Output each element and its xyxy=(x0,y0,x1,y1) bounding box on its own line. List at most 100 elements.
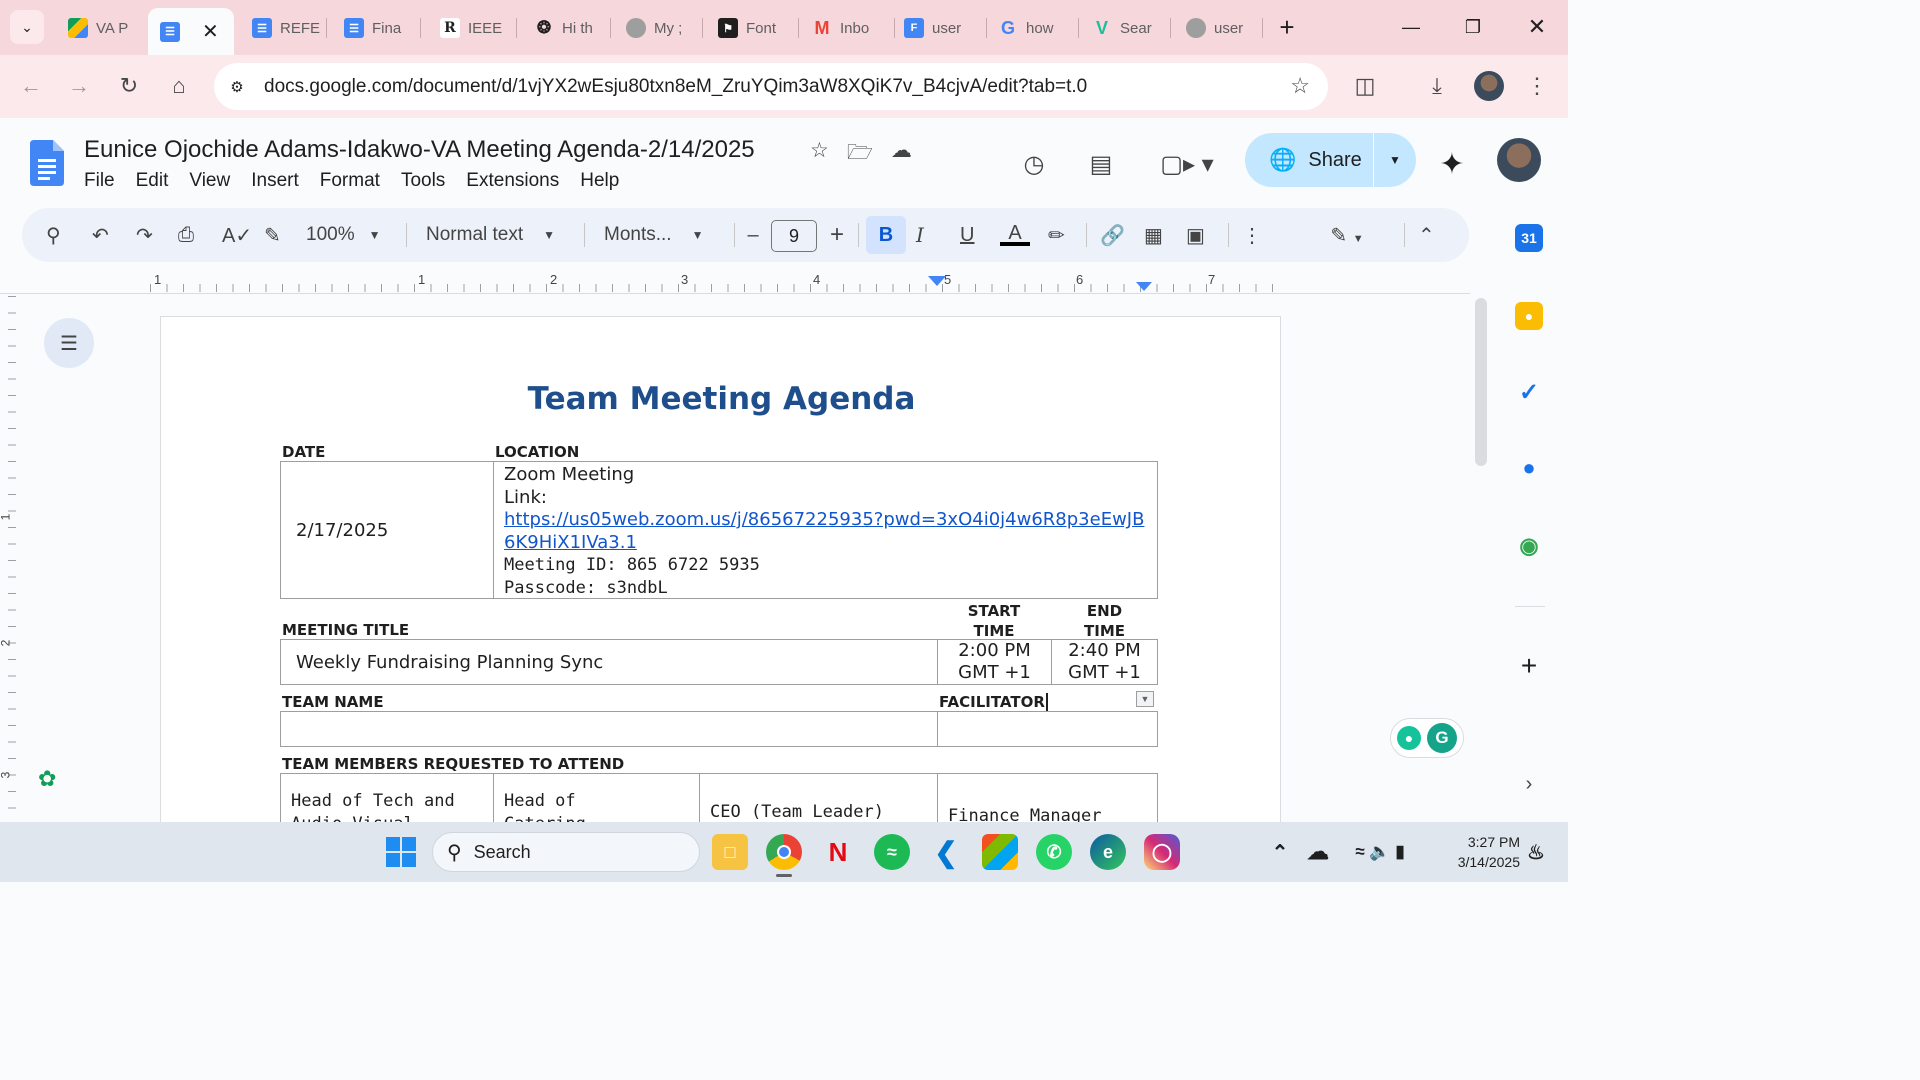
browser-tab[interactable]: user xyxy=(1174,6,1260,50)
star-icon[interactable]: ☆ xyxy=(810,138,829,173)
extensions-button[interactable]: ◫ xyxy=(1348,69,1382,103)
show-side-panel-icon[interactable]: › xyxy=(1515,770,1543,798)
end-time-cell[interactable]: 2:40 PM GMT +1 xyxy=(1051,639,1158,685)
close-window-button[interactable]: ✕ xyxy=(1517,10,1557,44)
hide-menus-button[interactable]: ⌃ xyxy=(1418,217,1435,253)
zoom-link[interactable]: https://us05web.zoom.us/j/86567225935?pw… xyxy=(504,509,1147,532)
account-avatar[interactable] xyxy=(1497,138,1541,182)
browser-tab-active[interactable]: ☰ ✕ xyxy=(148,8,234,55)
onedrive-icon[interactable]: ☁ xyxy=(1300,834,1336,870)
back-button[interactable]: ← xyxy=(14,69,48,103)
minimize-button[interactable]: — xyxy=(1391,10,1431,44)
insert-link-button[interactable]: 🔗 xyxy=(1100,217,1125,253)
fingerprint-icon[interactable]: ✿ xyxy=(38,766,56,792)
instagram-icon[interactable]: ◯ xyxy=(1144,834,1180,870)
menu-insert[interactable]: Insert xyxy=(251,170,299,192)
undo-button[interactable]: ↶ xyxy=(92,217,109,253)
version-history-button[interactable]: ◷ xyxy=(1014,144,1054,184)
browser-tab[interactable]: ☰ REFE xyxy=(240,6,324,50)
grammarly-bulb-icon[interactable]: ● xyxy=(1397,726,1421,750)
meet-button[interactable]: ▢▸ ▾ xyxy=(1152,144,1222,184)
windows-start-button[interactable] xyxy=(383,834,419,870)
indent-marker-icon[interactable] xyxy=(928,276,946,286)
edge-icon[interactable]: e xyxy=(1090,834,1126,870)
keep-icon[interactable]: ● xyxy=(1515,302,1543,330)
vscode-icon[interactable]: ❮ xyxy=(928,834,964,870)
comments-button[interactable]: ▤ xyxy=(1081,144,1121,184)
tab-search-button[interactable]: ⌄ xyxy=(10,10,44,44)
maps-icon[interactable]: ◉ xyxy=(1515,532,1543,560)
menu-tools[interactable]: Tools xyxy=(401,170,445,192)
taskbar-clock[interactable]: 3:27 PM 3/14/2025 xyxy=(1440,832,1520,872)
browser-tab[interactable]: VA P xyxy=(56,6,142,50)
facilitator-label[interactable]: FACILITATOR xyxy=(939,693,1048,711)
chrome-icon[interactable] xyxy=(766,834,802,870)
facilitator-cell[interactable] xyxy=(937,711,1158,747)
date-cell[interactable]: 2/17/2025 xyxy=(280,461,494,599)
text-color-button[interactable]: A xyxy=(1000,217,1030,253)
document-scrollbar[interactable] xyxy=(1475,298,1487,466)
site-settings-icon[interactable]: ⚙ xyxy=(226,76,248,98)
document-title[interactable]: Eunice Ojochide Adams-Idakwo-VA Meeting … xyxy=(84,136,755,164)
browser-tab[interactable]: R IEEE xyxy=(428,6,514,50)
menu-extensions[interactable]: Extensions xyxy=(466,170,559,192)
agenda-heading[interactable]: Team Meeting Agenda xyxy=(161,381,1282,417)
browser-tab[interactable]: ☰ Fina xyxy=(332,6,416,50)
paragraph-style-select[interactable]: Normal text ▼ xyxy=(426,217,576,253)
netflix-icon[interactable]: N xyxy=(820,834,856,870)
calendar-icon[interactable]: 31 xyxy=(1515,224,1543,252)
browser-tab[interactable]: ❂ Hi th xyxy=(522,6,608,50)
menu-edit[interactable]: Edit xyxy=(136,170,169,192)
zoom-link-continued[interactable]: 6K9HiX1IVa3.1 xyxy=(504,532,1147,555)
restore-button[interactable]: ❐ xyxy=(1453,10,1493,44)
taskbar-search[interactable]: ⚲ Search xyxy=(432,832,700,872)
show-hidden-icons[interactable]: ⌃ xyxy=(1262,834,1298,870)
right-indent-marker-icon[interactable] xyxy=(1136,282,1152,291)
menu-format[interactable]: Format xyxy=(320,170,380,192)
browser-tab[interactable]: M Inbo xyxy=(800,6,894,50)
paint-format-button[interactable]: ✎ xyxy=(264,217,281,253)
spellcheck-button[interactable]: A✓ xyxy=(222,217,252,253)
grammarly-logo-icon[interactable]: G xyxy=(1427,723,1457,753)
reload-button[interactable]: ↻ xyxy=(112,69,146,103)
share-dropdown-icon[interactable]: ▼ xyxy=(1374,153,1416,167)
notifications-bell-icon[interactable]: ♨ xyxy=(1518,834,1554,870)
redo-button[interactable]: ↷ xyxy=(136,217,153,253)
grammarly-widget[interactable]: ● G xyxy=(1390,718,1464,758)
whatsapp-icon[interactable]: ✆ xyxy=(1036,834,1072,870)
contacts-icon[interactable]: ● xyxy=(1515,454,1543,482)
increase-font-size-button[interactable]: + xyxy=(824,217,850,253)
editing-mode-button[interactable]: ✎ ▼ xyxy=(1322,217,1372,253)
browser-tab[interactable]: G how xyxy=(986,6,1078,50)
meeting-title-cell[interactable]: Weekly Fundraising Planning Sync xyxy=(280,639,938,685)
team-member-cell[interactable]: Head of Catering xyxy=(493,773,700,822)
menu-view[interactable]: View xyxy=(189,170,230,192)
decrease-font-size-button[interactable]: – xyxy=(740,217,766,253)
location-cell[interactable]: Zoom Meeting Link: https://us05web.zoom.… xyxy=(493,461,1158,599)
forward-button[interactable]: → xyxy=(62,69,96,103)
document-page[interactable]: Team Meeting Agenda DATE LOCATION 2/17/2… xyxy=(160,316,1281,822)
print-button[interactable]: ⎙ xyxy=(178,217,194,253)
downloads-button[interactable]: ⤓ xyxy=(1420,69,1454,103)
home-button[interactable]: ⌂ xyxy=(162,69,196,103)
browser-menu-button[interactable]: ⋮ xyxy=(1520,69,1554,103)
zoom-select[interactable]: 100% ▼ xyxy=(306,217,396,253)
file-explorer-icon[interactable]: □ xyxy=(712,834,748,870)
share-button[interactable]: 🌐 Share ▼ xyxy=(1245,133,1416,187)
gemini-button[interactable]: ✦ xyxy=(1432,144,1472,184)
document-outline-button[interactable]: ☰ xyxy=(44,318,94,368)
horizontal-ruler[interactable]: 1 1 2 3 4 5 6 7 xyxy=(0,266,1470,294)
cloud-saved-icon[interactable]: ☁ xyxy=(891,138,912,173)
menu-help[interactable]: Help xyxy=(580,170,619,192)
team-member-cell[interactable]: Finance Manager xyxy=(937,773,1158,822)
vertical-ruler[interactable]: 1 2 3 xyxy=(0,296,22,822)
browser-tab[interactable]: F user xyxy=(892,6,984,50)
underline-button[interactable]: U xyxy=(960,217,974,253)
font-size-input[interactable]: 9 xyxy=(771,220,817,252)
new-tab-button[interactable]: + xyxy=(1267,10,1307,44)
browser-profile-avatar[interactable] xyxy=(1474,71,1504,101)
microsoft-store-icon[interactable] xyxy=(982,834,1018,870)
start-time-cell[interactable]: 2:00 PM GMT +1 xyxy=(937,639,1052,685)
font-family-select[interactable]: Monts... ▼ xyxy=(604,217,724,253)
highlight-color-button[interactable]: ✏ xyxy=(1048,217,1065,253)
